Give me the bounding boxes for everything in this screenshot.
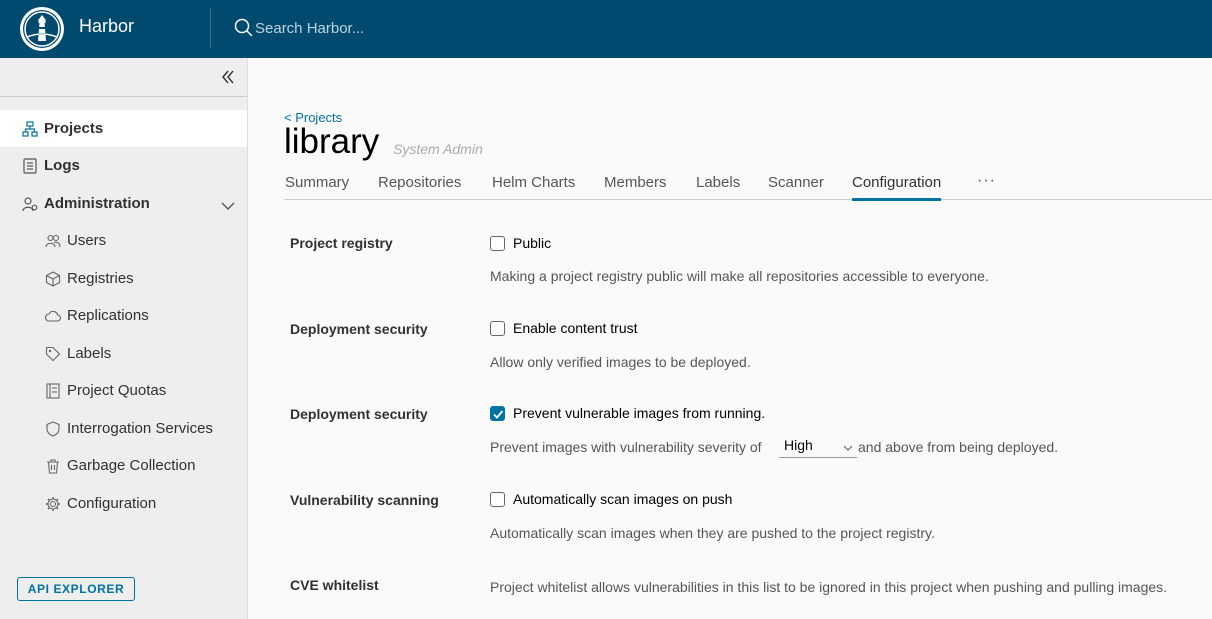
search-input[interactable] <box>255 17 555 39</box>
sidebar-item-labels[interactable]: Labels <box>0 335 247 372</box>
tab-repositories[interactable]: Repositories <box>378 174 461 198</box>
lighthouse-icon <box>23 10 61 48</box>
content-trust-checkbox[interactable] <box>490 321 505 336</box>
cve-whitelist-label: CVE whitelist <box>290 577 379 593</box>
sidebar-item-label: Logs <box>44 157 80 174</box>
tab-members[interactable]: Members <box>604 174 667 198</box>
registries-icon <box>45 271 61 291</box>
header-divider <box>210 8 211 48</box>
tab-helm-charts[interactable]: Helm Charts <box>492 174 575 198</box>
interrogation-services-icon <box>45 421 61 441</box>
sidebar-item-project-quotas[interactable]: Project Quotas <box>0 372 247 409</box>
configuration-icon <box>45 496 61 516</box>
sidebar-item-label: Administration <box>44 195 150 212</box>
garbage-collection-icon <box>45 458 61 478</box>
role-label: System Admin <box>393 141 483 157</box>
tab-labels[interactable]: Labels <box>696 174 740 198</box>
labels-icon <box>45 346 61 366</box>
users-icon <box>45 233 61 253</box>
project-registry-label: Project registry <box>290 235 393 251</box>
project-quotas-icon <box>45 383 61 403</box>
sidebar-item-label: Project Quotas <box>67 382 167 399</box>
sidebar-item-projects[interactable]: Projects <box>0 110 247 147</box>
severity-help-suffix: and above from being deployed. <box>858 439 1059 455</box>
checkmark-icon <box>493 410 504 419</box>
api-explorer-button[interactable]: API EXPLORER <box>17 577 135 601</box>
prevent-vulnerable-checkbox-label[interactable]: Prevent vulnerable images from running. <box>513 405 765 421</box>
auto-scan-checkbox[interactable] <box>490 492 505 507</box>
sidebar-item-registries[interactable]: Registries <box>0 260 247 297</box>
collapse-sidebar-icon[interactable] <box>220 69 236 90</box>
sidebar-item-label: Projects <box>44 120 104 137</box>
content-trust-help-text: Allow only verified images to be deploye… <box>490 354 751 370</box>
tab-scanner[interactable]: Scanner <box>768 174 824 198</box>
projects-icon <box>22 121 38 141</box>
sidebar-item-label: Garbage Collection <box>67 457 196 474</box>
sidebar-item-configuration[interactable]: Configuration <box>0 485 247 522</box>
tab-bar: Summary Repositories Helm Charts Members… <box>284 168 1212 201</box>
severity-select[interactable]: High <box>779 435 857 458</box>
sidebar: Projects Logs Administration Users Regis… <box>0 58 248 619</box>
search-icon[interactable] <box>234 18 254 43</box>
tab-summary[interactable]: Summary <box>285 174 349 198</box>
chevron-down-icon <box>843 439 853 455</box>
administration-icon <box>22 196 38 216</box>
app-header: Harbor <box>0 0 1212 58</box>
prevent-vulnerable-checkbox[interactable] <box>490 406 505 421</box>
tab-configuration[interactable]: Configuration <box>852 174 942 201</box>
sidebar-item-label: Replications <box>67 307 149 324</box>
public-checkbox[interactable] <box>490 236 505 251</box>
sidebar-divider <box>0 96 247 97</box>
auto-scan-checkbox-label[interactable]: Automatically scan images on push <box>513 491 732 507</box>
brand-name[interactable]: Harbor <box>79 16 134 37</box>
sidebar-item-garbage-collection[interactable]: Garbage Collection <box>0 447 247 484</box>
sidebar-item-label: Labels <box>67 345 112 362</box>
page-title: library <box>284 122 380 161</box>
sidebar-item-label: Configuration <box>67 495 157 512</box>
sidebar-item-interrogation-services[interactable]: Interrogation Services <box>0 410 247 447</box>
deployment-security-label: Deployment security <box>290 406 428 422</box>
vulnerability-scanning-label: Vulnerability scanning <box>290 492 439 508</box>
sidebar-item-administration[interactable]: Administration <box>0 185 247 222</box>
main-content: < Projects library System Admin Summary … <box>248 58 1212 619</box>
public-checkbox-label[interactable]: Public <box>513 235 551 251</box>
replications-icon <box>44 308 61 328</box>
harbor-logo[interactable] <box>20 7 64 51</box>
chevron-down-icon[interactable] <box>221 198 235 215</box>
more-tabs-icon[interactable]: ··· <box>977 172 996 190</box>
logs-icon <box>22 158 38 178</box>
content-trust-checkbox-label[interactable]: Enable content trust <box>513 320 638 336</box>
sidebar-item-logs[interactable]: Logs <box>0 147 247 184</box>
sidebar-item-replications[interactable]: Replications <box>0 297 247 334</box>
auto-scan-help-text: Automatically scan images when they are … <box>490 525 935 541</box>
sidebar-item-users[interactable]: Users <box>0 222 247 259</box>
deployment-security-label: Deployment security <box>290 321 428 337</box>
severity-help-prefix: Prevent images with vulnerability severi… <box>490 439 762 455</box>
cve-whitelist-help-text: Project whitelist allows vulnerabilities… <box>490 579 1168 595</box>
public-help-text: Making a project registry public will ma… <box>490 268 989 284</box>
severity-select-value: High <box>784 437 813 453</box>
sidebar-item-label: Users <box>67 232 107 249</box>
sidebar-item-label: Registries <box>67 270 134 287</box>
sidebar-item-label: Interrogation Services <box>67 420 213 437</box>
